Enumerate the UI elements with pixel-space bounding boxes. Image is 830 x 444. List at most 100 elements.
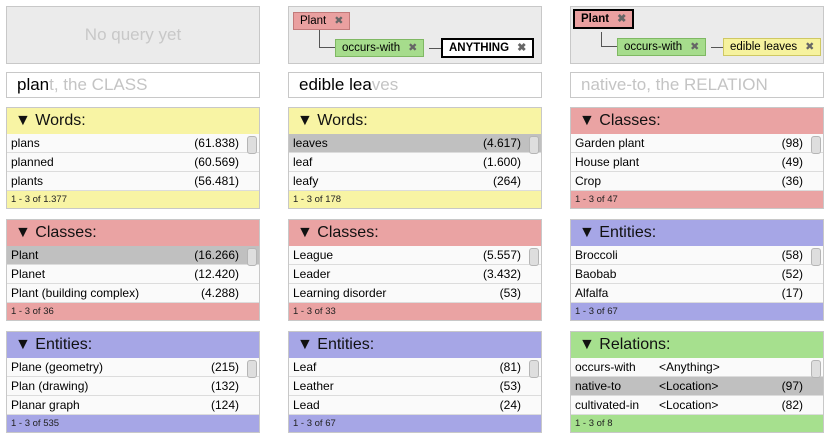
query-node-relation[interactable]: occurs-with ✖ [617, 38, 707, 56]
words-list: plans (61.838) planned (60.569) plants (56.… [7, 134, 259, 191]
classes-panel-footer: 1 - 3 of 47 [571, 191, 823, 208]
search-input[interactable]: edible leaves [288, 72, 542, 98]
scrollbar-thumb[interactable] [811, 248, 821, 266]
relation-arg: <Anything> [659, 360, 720, 374]
node-label: edible leaves [730, 41, 798, 53]
classes-panel-header[interactable]: ▼ Classes: [7, 220, 259, 246]
entities-panel-header[interactable]: ▼ Entities: [7, 332, 259, 358]
item-label: Planar graph [11, 398, 80, 412]
classes-panel-header[interactable]: ▼ Classes: [571, 108, 823, 134]
entities-panel-header[interactable]: ▼ Entities: [571, 220, 823, 246]
list-item[interactable]: Lead (24) [289, 396, 541, 415]
item-label: Leader [293, 267, 331, 281]
scrollbar-thumb[interactable] [247, 136, 257, 154]
column-3: Plant ✖ occurs-with ✖ edible leaves ✖ nativ… [570, 6, 824, 433]
scrollbar-thumb[interactable] [247, 360, 257, 378]
query-node-root[interactable]: Plant ✖ [293, 12, 351, 30]
list-item[interactable]: Plane (geometry) (215) [7, 358, 259, 377]
list-item[interactable]: Plant (building complex) (4.288) [7, 284, 259, 303]
list-item[interactable]: Learning disorder (53) [289, 284, 541, 303]
remove-icon[interactable]: ✖ [805, 39, 814, 55]
list-item[interactable]: Baobab (52) [571, 265, 823, 284]
query-node-target[interactable]: ANYTHING ✖ [441, 38, 535, 58]
entities-panel-header[interactable]: ▼ Entities: [289, 332, 541, 358]
scrollbar-thumb[interactable] [247, 248, 257, 266]
scrollbar-thumb[interactable] [811, 136, 821, 154]
remove-icon[interactable]: ✖ [690, 39, 699, 55]
search-input[interactable]: plant, the CLASS [6, 72, 260, 98]
query-box: Plant ✖ occurs-with ✖ ANYTHING ✖ [288, 6, 542, 64]
item-label: Leaf [293, 360, 317, 374]
list-item[interactable]: leaf (1.600) [289, 153, 541, 172]
list-item[interactable]: Planet (12.420) [7, 265, 259, 284]
list-item[interactable]: occurs-with <Anything> [571, 358, 823, 377]
scrollbar-thumb[interactable] [529, 248, 539, 266]
list-item[interactable]: Plan (drawing) (132) [7, 377, 259, 396]
tree-connector [319, 30, 335, 48]
tree-connector [601, 32, 617, 47]
entities-list: Leaf (81) Leather (53) Lead (24) [289, 358, 541, 415]
item-label: planned [11, 155, 54, 169]
item-count: (60.569) [194, 155, 239, 169]
classes-list: Plant (16.266) Planet (12.420) Plant (buil… [7, 246, 259, 303]
list-item[interactable]: Leaf (81) [289, 358, 541, 377]
item-label: Plant (building complex) [11, 286, 140, 300]
item-label: Plan (drawing) [11, 379, 89, 393]
remove-icon[interactable]: ✖ [408, 40, 417, 56]
list-item[interactable]: leafy (264) [289, 172, 541, 191]
query-node-target[interactable]: edible leaves ✖ [723, 38, 822, 56]
relations-list: occurs-with <Anything> native-to <Location… [571, 358, 823, 415]
list-item[interactable]: House plant (49) [571, 153, 823, 172]
list-item[interactable]: Garden plant (98) [571, 134, 823, 153]
relation-arg: <Location> [659, 379, 719, 393]
item-count: (3.432) [482, 267, 521, 281]
list-item[interactable]: Broccoli (58) [571, 246, 823, 265]
list-item[interactable]: Crop (36) [571, 172, 823, 191]
item-count: (1.600) [482, 155, 521, 169]
words-panel-header[interactable]: ▼ Words: [7, 108, 259, 134]
item-label: League [293, 248, 334, 262]
relations-panel-header[interactable]: ▼ Relations: [571, 332, 823, 358]
relation-arg: <Location> [659, 398, 719, 412]
list-item[interactable]: Leader (3.432) [289, 265, 541, 284]
column-1: No query yet plant, the CLASS ▼ Words: p… [6, 6, 260, 433]
classes-panel-header[interactable]: ▼ Classes: [289, 220, 541, 246]
list-item[interactable]: cultivated-in <Location> (82) [571, 396, 823, 415]
words-panel-header[interactable]: ▼ Words: [289, 108, 541, 134]
item-count: (49) [781, 155, 803, 169]
entities-list: Plane (geometry) (215) Plan (drawing) (132… [7, 358, 259, 415]
item-label: Broccoli [575, 248, 618, 262]
item-label: Baobab [575, 267, 617, 281]
list-item[interactable]: Planar graph (124) [7, 396, 259, 415]
item-label: Leather [293, 379, 334, 393]
item-count: (5.557) [482, 248, 521, 262]
search-input[interactable]: native-to, the RELATION [570, 72, 824, 98]
scrollbar-thumb[interactable] [529, 360, 539, 378]
scrollbar-thumb[interactable] [811, 360, 821, 378]
remove-icon[interactable]: ✖ [617, 11, 626, 27]
list-item[interactable]: Plant (16.266) [7, 246, 259, 265]
classes-list: Garden plant (98) House plant (49) Crop (36… [571, 134, 823, 191]
list-item[interactable]: plans (61.838) [7, 134, 259, 153]
item-count: (16.266) [194, 248, 239, 262]
words-panel: ▼ Words: leaves (4.617) leaf (1.600) leafy… [288, 107, 542, 209]
query-node-relation[interactable]: occurs-with ✖ [335, 39, 425, 57]
tree-connector [429, 48, 441, 49]
list-item[interactable]: Alfalfa (17) [571, 284, 823, 303]
query-node-root[interactable]: Plant ✖ [573, 9, 635, 29]
list-item[interactable]: plants (56.481) [7, 172, 259, 191]
list-item[interactable]: Leather (53) [289, 377, 541, 396]
remove-icon[interactable]: ✖ [334, 13, 343, 29]
item-count: (53) [499, 379, 521, 393]
node-label: Plant [581, 13, 610, 25]
item-count: (12.420) [194, 267, 239, 281]
list-item[interactable]: leaves (4.617) [289, 134, 541, 153]
remove-icon[interactable]: ✖ [517, 40, 526, 56]
list-item[interactable]: planned (60.569) [7, 153, 259, 172]
item-label: Crop [575, 174, 602, 188]
entities-panel: ▼ Entities: Plane (geometry) (215) Plan (… [6, 331, 260, 433]
list-item[interactable]: League (5.557) [289, 246, 541, 265]
entities-panel: ▼ Entities: Broccoli (58) Baobab (52) Alfa… [570, 219, 824, 321]
scrollbar-thumb[interactable] [529, 136, 539, 154]
list-item[interactable]: native-to <Location> (97) [571, 377, 823, 396]
